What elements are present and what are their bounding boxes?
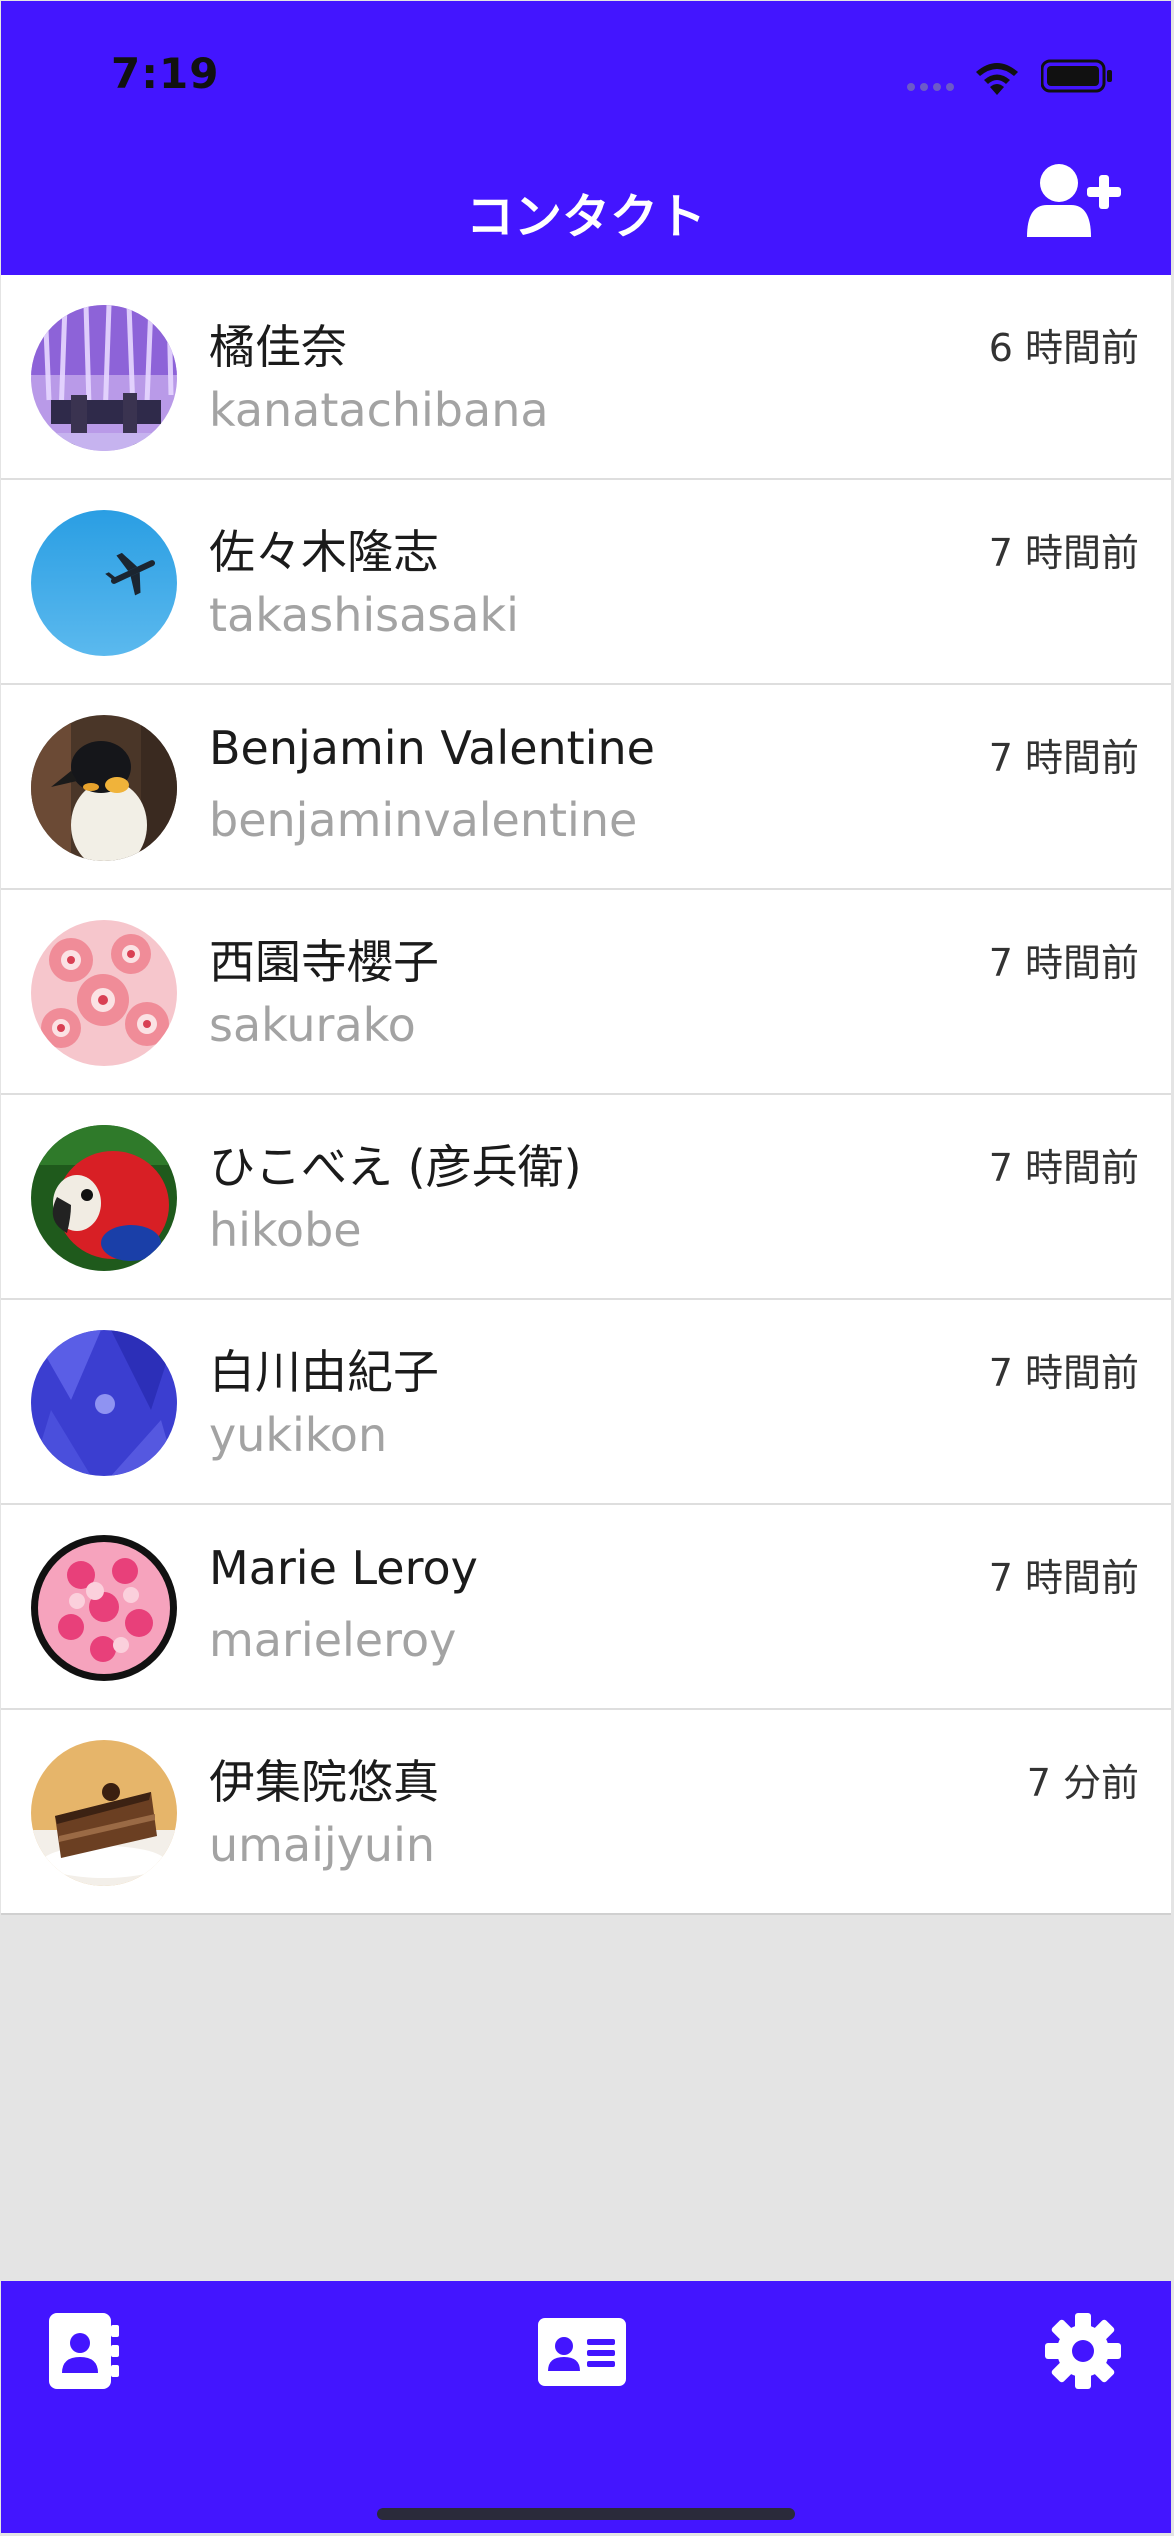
tab-bar [1, 2281, 1171, 2533]
penguin-photo-avatar [31, 715, 177, 861]
contact-name: Benjamin Valentine [209, 721, 655, 775]
contact-list-item[interactable]: Benjamin Valentine benjaminvalentine 7 時… [1, 685, 1171, 890]
contact-username: umaijyuin [209, 1818, 436, 1872]
contact-timestamp: 7 分前 [1026, 1761, 1139, 1805]
add-contact-button[interactable] [1027, 161, 1123, 241]
cake-photo-avatar [31, 1740, 177, 1886]
tab-contacts[interactable] [47, 2311, 121, 2391]
contact-list-item[interactable]: 伊集院悠真 umaijyuin 7 分前 [1, 1710, 1171, 1915]
contact-username: benjaminvalentine [209, 793, 638, 847]
contact-name: 伊集院悠真 [209, 1755, 439, 1809]
battery-icon [1041, 59, 1112, 93]
page-title: コンタクト [465, 189, 706, 245]
contact-timestamp: 7 時間前 [988, 941, 1139, 985]
contact-username: sakurako [209, 998, 416, 1052]
hydrangea-photo-avatar [31, 1330, 177, 1476]
contact-list-item[interactable]: ひこべえ (彦兵衛) hikobe 7 時間前 [1, 1095, 1171, 1300]
address-book-icon [49, 2313, 119, 2389]
contact-name: Marie Leroy [209, 1541, 478, 1595]
contact-timestamp: 7 時間前 [988, 531, 1139, 575]
contact-name: ひこべえ (彦兵衛) [209, 1140, 582, 1194]
tab-profile[interactable] [537, 2317, 627, 2387]
header-bar: 7:19 コンタクト [1, 1, 1171, 275]
airplane-sky-photo-avatar [31, 510, 177, 656]
app-screen: 7:19 コンタクト 橘佳奈 kanatachibana 6 時間前 佐々木隆志… [1, 1, 1171, 2533]
contact-username: yukikon [209, 1408, 388, 1462]
contact-timestamp: 7 時間前 [988, 1146, 1139, 1190]
cherry-blossom-photo-avatar [31, 920, 177, 1066]
contact-username: hikobe [209, 1203, 362, 1257]
contact-timestamp: 6 時間前 [988, 326, 1139, 370]
contact-timestamp: 7 時間前 [988, 1556, 1139, 1600]
id-card-icon [538, 2318, 626, 2386]
status-time: 7:19 [111, 49, 220, 98]
add-user-icon [1027, 164, 1121, 237]
contact-list-item[interactable]: Marie Leroy marieleroy 7 時間前 [1, 1505, 1171, 1710]
contact-name: 橘佳奈 [209, 320, 347, 374]
parrot-photo-avatar [31, 1125, 177, 1271]
contact-timestamp: 7 時間前 [988, 736, 1139, 780]
contact-username: kanatachibana [209, 383, 549, 437]
contact-list-item[interactable]: 橘佳奈 kanatachibana 6 時間前 [1, 275, 1171, 480]
contact-list-item[interactable]: 西園寺櫻子 sakurako 7 時間前 [1, 890, 1171, 1095]
contact-name: 西園寺櫻子 [209, 935, 439, 989]
contact-list-item[interactable]: 佐々木隆志 takashisasaki 7 時間前 [1, 480, 1171, 685]
contact-username: takashisasaki [209, 588, 519, 642]
contact-username: marieleroy [209, 1613, 457, 1667]
contact-name: 佐々木隆志 [209, 525, 439, 579]
wifi-icon [976, 63, 1018, 95]
wisteria-photo-avatar [31, 305, 177, 451]
tab-settings[interactable] [1043, 2311, 1123, 2391]
cellular-signal-icon [907, 83, 957, 93]
contact-list: 橘佳奈 kanatachibana 6 時間前 佐々木隆志 takashisas… [1, 275, 1171, 1915]
contact-timestamp: 7 時間前 [988, 1351, 1139, 1395]
contact-name: 白川由紀子 [209, 1345, 439, 1399]
gear-icon [1045, 2313, 1121, 2389]
contact-list-item[interactable]: 白川由紀子 yukikon 7 時間前 [1, 1300, 1171, 1505]
roses-photo-avatar [31, 1535, 177, 1681]
home-indicator[interactable] [377, 2508, 795, 2520]
